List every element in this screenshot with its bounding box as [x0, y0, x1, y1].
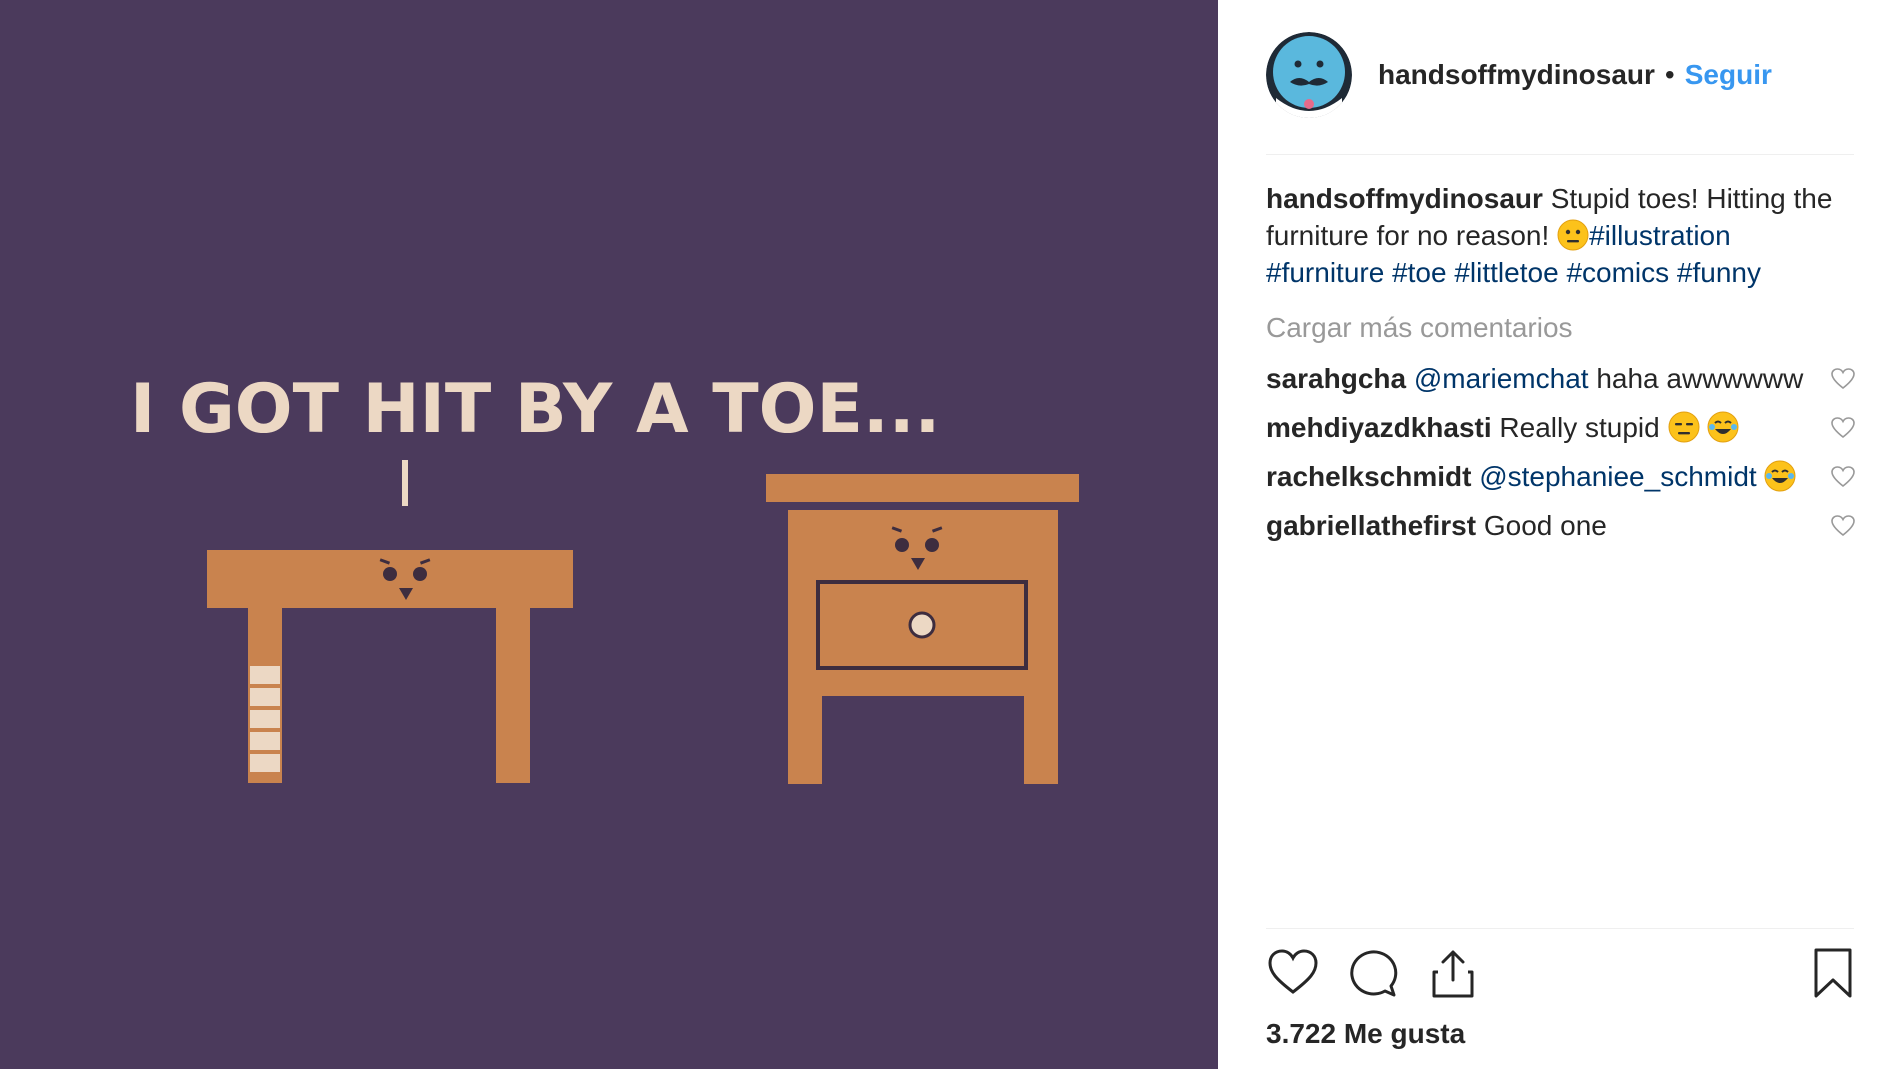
likes-count[interactable]: 3.722 Me gusta	[1266, 1018, 1465, 1050]
comment-text: Good one	[1483, 510, 1607, 541]
comment-like-heart-icon[interactable]	[1830, 465, 1856, 489]
post-header: handsoffmydinosaur • Seguir	[1266, 30, 1856, 120]
neutral-face-emoji-icon	[1557, 219, 1589, 251]
caption-username[interactable]: handsoffmydinosaur	[1266, 183, 1543, 214]
hashtag[interactable]: #comics	[1566, 257, 1669, 288]
comment-text: Really stupid	[1499, 412, 1660, 443]
comment-username[interactable]: rachelkschmidt	[1266, 461, 1471, 492]
table-drawing	[207, 550, 573, 783]
action-bar	[1266, 946, 1856, 1002]
avatar[interactable]	[1266, 32, 1352, 118]
comment: sarahgcha @mariemchat haha awwwwww	[1266, 360, 1856, 397]
header-divider	[1266, 154, 1854, 155]
load-more-comments-link[interactable]: Cargar más comentarios	[1266, 312, 1573, 344]
speech-tick	[402, 460, 408, 506]
comment-text: haha awwwwww	[1596, 363, 1804, 394]
nightstand-drawing	[766, 474, 1079, 784]
actions-divider	[1266, 928, 1854, 929]
comment-username[interactable]: sarahgcha	[1266, 363, 1406, 394]
expressionless-face-emoji-icon	[1668, 411, 1700, 443]
post-sidebar: handsoffmydinosaur • Seguir handsoffmydi…	[1218, 0, 1900, 1069]
comment: mehdiyazdkhasti Really stupid	[1266, 409, 1856, 446]
comment: gabriellathefirst Good one	[1266, 507, 1856, 544]
illustration-text: I GOT HIT BY A TOE...	[130, 370, 940, 449]
comment-like-heart-icon[interactable]	[1830, 416, 1856, 440]
comment-icon[interactable]	[1346, 946, 1400, 1000]
header-username[interactable]: handsoffmydinosaur	[1378, 59, 1655, 91]
illustration: I GOT HIT BY A TOE...	[130, 370, 1079, 784]
hashtag[interactable]: #littletoe	[1454, 257, 1558, 288]
heart-icon[interactable]	[1266, 946, 1320, 1000]
instagram-post: I GOT HIT BY A TOE... handsoffmydinosaur…	[0, 0, 1900, 1069]
comment-like-heart-icon[interactable]	[1830, 367, 1856, 391]
comment-mention[interactable]: @stephaniee_schmidt	[1479, 461, 1756, 492]
hashtag[interactable]: #furniture	[1266, 257, 1384, 288]
bookmark-icon[interactable]	[1806, 946, 1860, 1000]
header-separator: •	[1664, 59, 1675, 90]
hashtag[interactable]: #illustration	[1589, 220, 1731, 251]
comment-like-heart-icon[interactable]	[1830, 514, 1856, 538]
comment-username[interactable]: gabriellathefirst	[1266, 510, 1476, 541]
follow-button[interactable]: Seguir	[1685, 59, 1772, 91]
tears-of-joy-emoji-icon	[1707, 411, 1739, 443]
comments-list: sarahgcha @mariemchat haha awwwwww mehdi…	[1266, 360, 1856, 556]
post-image[interactable]: I GOT HIT BY A TOE...	[0, 0, 1218, 1069]
hashtag[interactable]: #funny	[1677, 257, 1761, 288]
comment-mention[interactable]: @mariemchat	[1414, 363, 1589, 394]
hashtag[interactable]: #toe	[1392, 257, 1447, 288]
comment: rachelkschmidt @stephaniee_schmidt	[1266, 458, 1856, 495]
tears-of-joy-emoji-icon	[1764, 460, 1796, 492]
post-caption: handsoffmydinosaur Stupid toes! Hitting …	[1266, 180, 1856, 291]
share-icon[interactable]	[1426, 946, 1480, 1000]
comment-username[interactable]: mehdiyazdkhasti	[1266, 412, 1492, 443]
